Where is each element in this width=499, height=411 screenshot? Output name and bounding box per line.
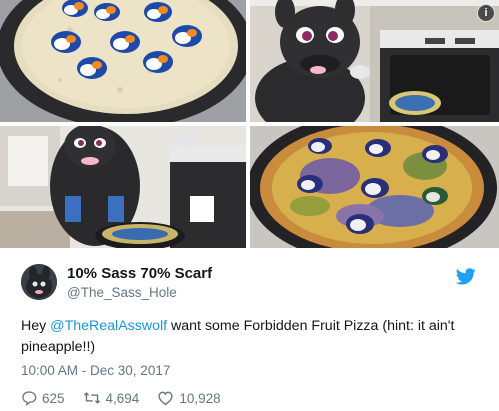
retweet-icon [83,392,100,404]
mention-link[interactable]: @TheRealAsswolf [50,318,167,334]
photo-fursuit-oven[interactable] [250,0,499,122]
reply-icon [22,391,37,406]
photo-raw-pizza[interactable] [0,0,246,122]
display-name[interactable]: 10% Sass 70% Scarf [67,265,212,282]
tweet-text-prefix: Hey [21,318,51,334]
photo-fursuit-pizza[interactable] [0,126,246,248]
avatar[interactable] [21,264,57,300]
like-button[interactable]: 10,928 [157,390,221,406]
reply-count: 625 [42,390,65,406]
like-count: 10,928 [179,390,221,406]
photo-baked-pizza[interactable] [250,126,499,248]
user-handle[interactable]: @The_Sass_Hole [67,285,177,300]
media-grid[interactable]: i [0,0,499,248]
tweet-card: 10% Sass 70% Scarf @The_Sass_Hole Hey @T… [0,248,499,411]
timestamp[interactable]: 10:00 AM - Dec 30, 2017 [21,363,170,378]
tweet-text: Hey @TheRealAsswolf want some Forbidden … [21,316,481,358]
tweet-actions: 625 4,694 10,928 [21,388,239,408]
like-heart-icon [158,391,173,406]
twitter-bird-icon[interactable] [456,268,476,285]
retweet-button[interactable]: 4,694 [83,390,140,406]
info-icon[interactable]: i [477,4,495,22]
reply-button[interactable]: 625 [21,390,65,406]
retweet-count: 4,694 [105,390,140,406]
